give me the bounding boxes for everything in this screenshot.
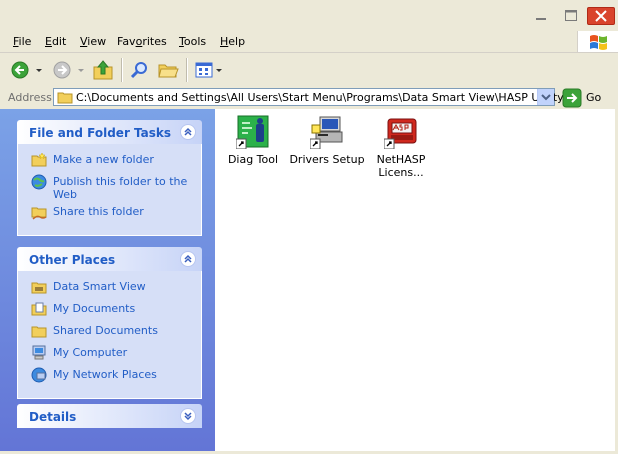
menu-file[interactable]: File [13, 35, 31, 48]
search-button[interactable] [127, 58, 151, 82]
share-folder-icon [31, 204, 47, 220]
address-dropdown-button[interactable] [537, 89, 554, 105]
file-list: Diag Tool Drivers Setup NetHASP Licens..… [215, 109, 615, 451]
address-input[interactable]: C:\Documents and Settings\All Users\Star… [53, 88, 564, 107]
collapse-button[interactable] [180, 251, 196, 267]
chevron-up-icon [184, 127, 192, 136]
network-places-icon [31, 367, 47, 383]
other-places-panel: Other Places Data Smart View My Document… [17, 247, 202, 399]
views-button[interactable] [193, 58, 225, 82]
search-icon [130, 62, 147, 79]
place-my-documents[interactable]: My Documents [18, 302, 201, 320]
diag-tool-icon [235, 115, 270, 150]
menu-edit[interactable]: Edit [45, 35, 66, 48]
go-button[interactable]: Go [561, 88, 613, 108]
file-folder-tasks-header[interactable]: File and Folder Tasks [17, 120, 202, 144]
address-path: C:\Documents and Settings\All Users\Star… [76, 91, 564, 104]
toolbar [0, 53, 618, 88]
shared-folder-icon [31, 323, 47, 339]
place-my-network-places[interactable]: My Network Places [18, 367, 201, 386]
title-bar [0, 0, 618, 31]
file-folder-tasks-panel: File and Folder Tasks Make a new folder … [17, 120, 202, 236]
folder-icon [31, 279, 47, 295]
address-label: Address [8, 91, 52, 104]
details-header[interactable]: Details [17, 404, 202, 428]
folders-button[interactable] [156, 58, 180, 82]
address-bar: Address C:\Documents and Settings\All Us… [0, 87, 618, 109]
toolbar-separator [121, 58, 123, 82]
minimize-icon [536, 18, 546, 20]
menu-bar: File Edit View Favorites Tools Help [0, 31, 618, 53]
toolbar-separator [186, 58, 188, 82]
close-button[interactable] [587, 7, 615, 25]
task-make-new-folder[interactable]: Make a new folder [18, 152, 201, 171]
task-share-folder[interactable]: Share this folder [18, 205, 201, 223]
nethasp-icon [383, 115, 418, 150]
back-button[interactable] [9, 58, 45, 82]
forward-button[interactable] [51, 58, 87, 82]
file-label: Diag Tool [227, 153, 279, 166]
publish-web-icon [31, 174, 47, 190]
panel-title: File and Folder Tasks [29, 126, 172, 140]
go-arrow-icon [562, 88, 582, 108]
windows-logo [577, 31, 618, 52]
file-label: Drivers Setup [289, 153, 365, 166]
menu-favorites[interactable]: Favorites [117, 35, 167, 48]
panel-body: Data Smart View My Documents Shared Docu… [17, 271, 202, 399]
place-data-smart-view[interactable]: Data Smart View [18, 280, 201, 298]
place-my-computer[interactable]: My Computer [18, 345, 201, 364]
chevron-down-icon [541, 94, 551, 101]
task-pane: File and Folder Tasks Make a new folder … [0, 109, 215, 451]
panel-title: Details [29, 410, 77, 424]
maximize-button[interactable] [559, 7, 583, 25]
details-panel: Details [17, 404, 202, 428]
folder-icon [57, 90, 73, 107]
up-button[interactable] [91, 58, 115, 82]
my-documents-icon [31, 301, 47, 317]
file-item-diag-tool[interactable]: Diag Tool [213, 115, 293, 166]
views-icon [195, 62, 222, 78]
other-places-header[interactable]: Other Places [17, 247, 202, 271]
collapse-button[interactable] [180, 124, 196, 140]
windows-logo-icon [590, 35, 607, 50]
up-folder-icon [93, 60, 113, 80]
go-label: Go [586, 91, 602, 104]
panel-title: Other Places [29, 253, 116, 267]
minimize-button[interactable] [529, 7, 553, 25]
drivers-setup-icon [309, 115, 344, 150]
expand-button[interactable] [180, 408, 196, 424]
close-icon [595, 10, 607, 22]
maximize-icon [565, 10, 577, 21]
my-computer-icon [31, 345, 47, 361]
menu-tools[interactable]: Tools [179, 35, 206, 48]
menu-help[interactable]: Help [220, 35, 245, 48]
panel-body: Make a new folder Publish this folder to… [17, 144, 202, 236]
task-publish-to-web[interactable]: Publish this folder to the Web [18, 174, 201, 201]
forward-arrow-icon [53, 61, 84, 79]
new-folder-icon [31, 152, 47, 168]
place-shared-documents[interactable]: Shared Documents [18, 324, 201, 342]
chevron-down-icon [184, 412, 192, 421]
file-item-nethasp[interactable]: NetHASP Licens... [361, 115, 441, 179]
folders-icon [158, 64, 179, 78]
menu-view[interactable]: View [80, 35, 106, 48]
back-arrow-icon [11, 61, 42, 79]
chevron-up-icon [184, 254, 192, 263]
file-label: NetHASP Licens... [376, 153, 426, 179]
file-item-drivers-setup[interactable]: Drivers Setup [287, 115, 367, 166]
